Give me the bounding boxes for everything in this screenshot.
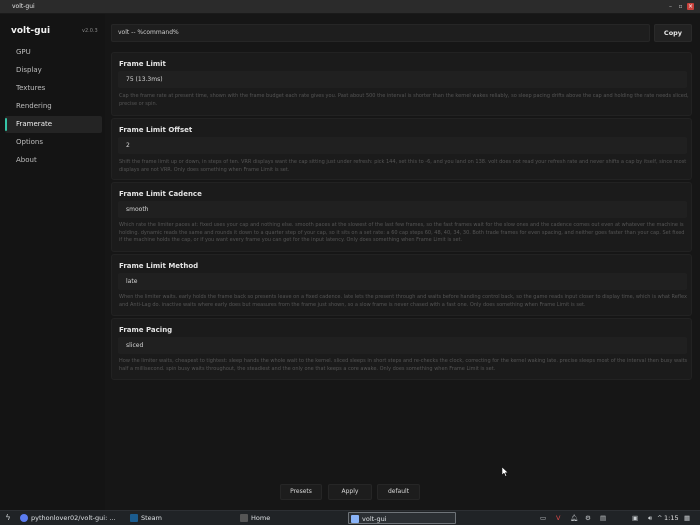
sidebar-item-about[interactable]: About	[5, 152, 102, 169]
app-launcher-icon[interactable]: ϟ	[3, 513, 13, 523]
setting-card-frame-limit-cadence: Frame Limit Cadence smooth Which rate th…	[111, 182, 692, 252]
presets-button[interactable]: Presets	[280, 484, 322, 500]
show-desktop-icon[interactable]: ▦	[684, 513, 690, 523]
window-title: volt-gui	[12, 3, 35, 10]
default-button[interactable]: default	[377, 484, 420, 500]
settings-list: Frame Limit 75 (13.3ms) Cap the frame ra…	[111, 52, 692, 392]
sidebar-item-gpu[interactable]: GPU	[5, 44, 102, 61]
setting-spinbox[interactable]: 2	[118, 137, 687, 154]
sidebar-item-framerate[interactable]: Framerate	[5, 116, 102, 133]
bell-icon[interactable]: 🔔︎	[570, 513, 578, 523]
tray-app-icon[interactable]: V	[556, 513, 560, 523]
chevron-up-icon[interactable]: ^	[657, 513, 662, 523]
setting-card-frame-pacing: Frame Pacing sliced How the limiter wait…	[111, 318, 692, 380]
sidebar-item-options[interactable]: Options	[5, 134, 102, 151]
command-field[interactable]: volt -- %command%	[111, 24, 650, 42]
main-panel: volt -- %command% Copy Frame Limit 75 (1…	[105, 14, 700, 510]
setting-description: Shift the frame limit up or down, in ste…	[119, 159, 687, 173]
setting-description: How the limiter waits, cheapest to tight…	[119, 358, 688, 372]
setting-description: Cap the frame rate at present time, show…	[119, 93, 689, 107]
volt-gui-icon	[351, 515, 359, 523]
taskbar-item-steam[interactable]: Steam	[128, 512, 236, 524]
app-window: volt-gui v2.0.3 GPU Display Textures Ren…	[0, 14, 700, 510]
setting-title: Frame Limit Method	[119, 262, 199, 270]
firefox-icon	[20, 514, 28, 522]
taskbar: ϟ pythonlover02/volt-gui: ... Steam Home…	[0, 510, 700, 525]
close-icon[interactable]: ×	[687, 3, 694, 10]
taskbar-item-home[interactable]: Home	[238, 512, 346, 524]
setting-select[interactable]: smooth	[118, 201, 687, 218]
copy-button[interactable]: Copy	[654, 24, 692, 42]
sidebar-item-display[interactable]: Display	[5, 62, 102, 79]
sidebar-item-textures[interactable]: Textures	[5, 80, 102, 97]
steam-tray-icon[interactable]: ⚙	[585, 513, 591, 523]
sidebar-nav: GPU Display Textures Rendering Framerate…	[5, 44, 102, 170]
setting-title: Frame Limit Cadence	[119, 190, 202, 198]
setting-select[interactable]: 75 (13.3ms)	[118, 71, 687, 88]
taskbar-item-label: pythonlover02/volt-gui: ...	[31, 514, 116, 522]
minimize-icon[interactable]: –	[667, 3, 674, 10]
sidebar: volt-gui v2.0.3 GPU Display Textures Ren…	[0, 14, 105, 510]
sidebar-item-rendering[interactable]: Rendering	[5, 98, 102, 115]
app-version: v2.0.3	[82, 28, 98, 34]
taskbar-item-label: volt-gui	[362, 515, 387, 523]
app-brand: volt-gui	[11, 26, 51, 36]
home-folder-icon	[240, 514, 248, 522]
clock[interactable]: 1:15	[664, 513, 679, 523]
setting-description: Which rate the limiter paces at: fixed u…	[119, 222, 685, 243]
window-titlebar: volt-gui – ▫ ×	[0, 0, 700, 14]
tray-window-icon[interactable]: ▭	[540, 513, 546, 523]
apply-button[interactable]: Apply	[328, 484, 372, 500]
window-controls: – ▫ ×	[667, 3, 694, 10]
setting-title: Frame Pacing	[119, 326, 173, 334]
setting-select[interactable]: sliced	[118, 337, 687, 354]
clipboard-icon[interactable]: ▤	[600, 513, 606, 523]
taskbar-item-label: Steam	[141, 514, 162, 522]
setting-title: Frame Limit	[119, 60, 166, 68]
setting-title: Frame Limit Offset	[119, 126, 193, 134]
steam-icon	[130, 514, 138, 522]
maximize-icon[interactable]: ▫	[677, 3, 684, 10]
taskbar-item-browser[interactable]: pythonlover02/volt-gui: ...	[18, 512, 124, 524]
taskbar-item-label: Home	[251, 514, 271, 522]
mouse-cursor-icon	[502, 467, 508, 477]
setting-card-frame-limit-method: Frame Limit Method late When the limiter…	[111, 254, 692, 316]
setting-description: When the limiter waits. early holds the …	[119, 294, 687, 308]
network-icon[interactable]: ▣	[632, 513, 638, 523]
setting-card-frame-limit-offset: Frame Limit Offset 2 Shift the frame lim…	[111, 118, 692, 180]
taskbar-item-volt-gui[interactable]: volt-gui	[348, 512, 456, 524]
setting-select[interactable]: late	[118, 273, 687, 290]
setting-card-frame-limit: Frame Limit 75 (13.3ms) Cap the frame ra…	[111, 52, 692, 116]
volume-icon[interactable]: 🔊︎	[648, 513, 652, 523]
